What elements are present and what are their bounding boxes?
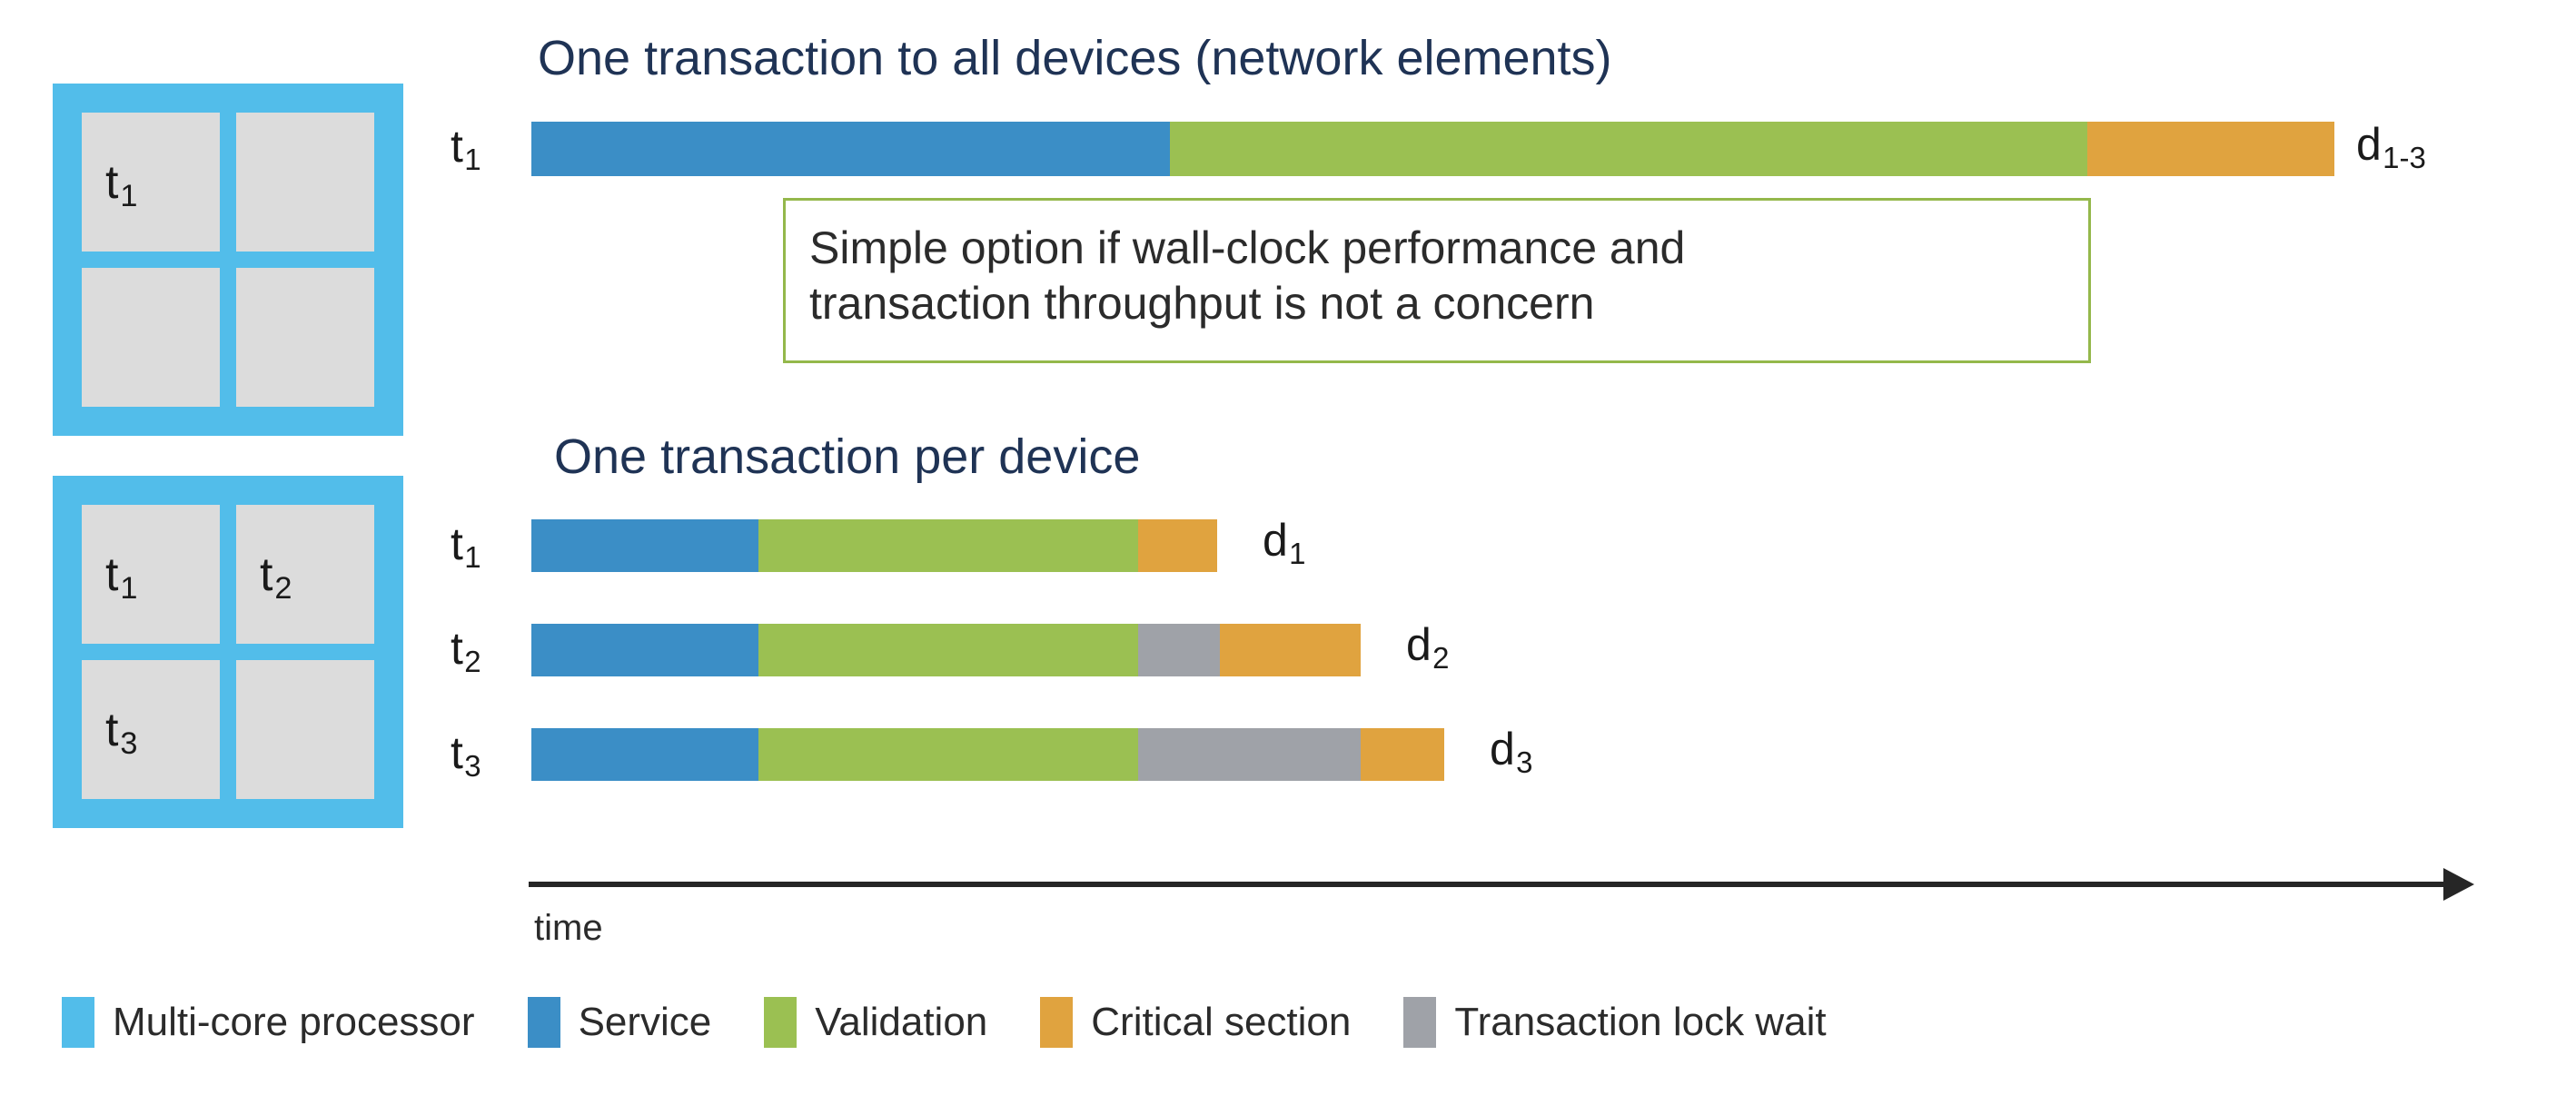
legend-swatch-validation	[764, 997, 798, 1048]
timeline-bar-t2-group2	[531, 624, 1361, 676]
legend-label-critical-section: Critical section	[1091, 1000, 1352, 1044]
timeline-row-label-t1-group1: t1	[451, 121, 481, 177]
legend: Multi-core processor Service Validation …	[62, 997, 1827, 1048]
segment-transaction-lock-wait	[1138, 624, 1220, 676]
core-cell	[236, 113, 374, 252]
core-cell: t1	[82, 113, 220, 252]
core-cell: t1	[82, 505, 220, 644]
legend-item-transaction-lock-wait: Transaction lock wait	[1403, 997, 1827, 1048]
timeline-bar-end-label-d3: d3	[1490, 724, 1533, 780]
timeline-row-label-t3-group2: t3	[451, 727, 481, 784]
legend-label-service: Service	[578, 1000, 712, 1044]
callout-line-1: Simple option if wall-clock performance …	[809, 222, 1686, 273]
segment-service	[531, 122, 1170, 176]
diagram-canvas: t1 t1 t2 t3 One transaction to all devic…	[0, 0, 2576, 1095]
time-axis-line	[529, 882, 2443, 887]
core-cell: t2	[236, 505, 374, 644]
segment-service	[531, 519, 758, 572]
legend-label-multicore-processor: Multi-core processor	[113, 1000, 475, 1044]
core-cell	[82, 268, 220, 407]
segment-validation	[758, 624, 1138, 676]
core-cell	[236, 268, 374, 407]
core-thread-index: 1	[120, 179, 138, 214]
multicore-processor-block-2: t1 t2 t3	[53, 476, 403, 828]
time-axis-caption: time	[534, 908, 603, 948]
section-title-one-transaction-per-device: One transaction per device	[554, 429, 1141, 484]
core-thread-index: 2	[274, 571, 292, 607]
legend-swatch-service	[527, 997, 560, 1048]
time-axis-arrowhead	[2443, 868, 2474, 901]
legend-item-validation: Validation	[764, 997, 987, 1048]
multicore-processor-block-1: t1	[53, 84, 403, 436]
legend-swatch-transaction-lock-wait	[1403, 997, 1437, 1048]
segment-critical-section	[1138, 519, 1217, 572]
timeline-bar-t1-group2	[531, 519, 1217, 572]
core-thread-label: t1	[105, 155, 138, 214]
timeline-bar-end-label-d1-3: d1-3	[2356, 119, 2426, 175]
timeline-bar-t1-group1	[531, 122, 2334, 176]
core-cell: t3	[82, 660, 220, 799]
legend-item-service: Service	[527, 997, 712, 1048]
segment-critical-section	[1220, 624, 1361, 676]
timeline-bar-end-label-d1: d1	[1263, 515, 1306, 571]
core-thread-label: t2	[260, 548, 292, 607]
callout-box: Simple option if wall-clock performance …	[783, 198, 2091, 363]
section-title-one-transaction-all-devices: One transaction to all devices (network …	[538, 31, 1612, 85]
core-thread-label: t3	[105, 703, 138, 762]
segment-validation	[1170, 122, 2087, 176]
legend-label-transaction-lock-wait: Transaction lock wait	[1454, 1000, 1827, 1044]
segment-validation	[758, 728, 1138, 781]
segment-service	[531, 624, 758, 676]
core-thread-index: 3	[120, 726, 138, 762]
segment-transaction-lock-wait	[1138, 728, 1361, 781]
core-cell	[236, 660, 374, 799]
segment-service	[531, 728, 758, 781]
timeline-row-label-t2-group2: t2	[451, 623, 481, 679]
core-thread-label: t1	[105, 548, 138, 607]
segment-critical-section	[1361, 728, 1444, 781]
timeline-row-label-t1-group2: t1	[451, 518, 481, 575]
legend-swatch-critical-section	[1040, 997, 1074, 1048]
legend-item-multicore-processor: Multi-core processor	[62, 997, 475, 1048]
segment-critical-section	[2087, 122, 2334, 176]
core-thread-index: 1	[120, 571, 138, 607]
legend-swatch-multicore-processor	[62, 997, 94, 1048]
legend-label-validation: Validation	[815, 1000, 988, 1044]
callout-line-2: transaction throughput is not a concern	[809, 278, 1595, 329]
timeline-bar-t3-group2	[531, 728, 1444, 781]
segment-validation	[758, 519, 1138, 572]
timeline-bar-end-label-d2: d2	[1406, 619, 1450, 676]
legend-item-critical-section: Critical section	[1040, 997, 1351, 1048]
